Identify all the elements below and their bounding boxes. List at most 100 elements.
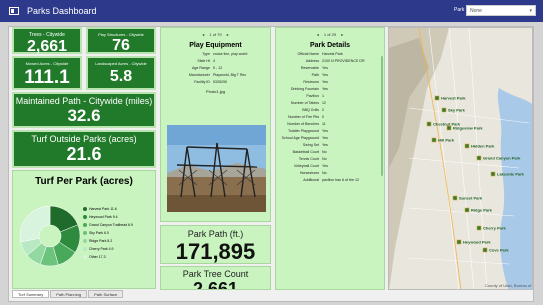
legend-item: Other 17.3 (83, 253, 133, 261)
turf-pie-chart (19, 205, 81, 267)
equipment-pager-text: 1 of 79 (209, 32, 222, 37)
details-field-key: Number of Benches (287, 122, 319, 126)
details-field-value: No (322, 157, 327, 161)
tab-path-surface[interactable]: Path Surface (88, 290, 124, 298)
turf-per-park-panel: Turf Per Park (acres) Harvest Park 11.6 H… (12, 170, 156, 289)
details-field: BBQ Grills 2 (276, 108, 384, 113)
details-list: Official Name Harvest Park Address 2100 N P… (276, 52, 384, 183)
details-field-value: pavilion has 6 of the 12 (322, 178, 359, 182)
next-arrow-icon[interactable]: ▸ (227, 32, 229, 37)
details-field-value: Yes (322, 136, 328, 140)
park-filter-select[interactable]: None ▾ (466, 5, 536, 16)
park-marker[interactable]: Ridge Park (464, 208, 493, 213)
equipment-field: Type cruise line, play world (202, 52, 248, 56)
equipment-field: Age Range 5 - 12 (192, 66, 223, 70)
top-bar: Parks Dashboard Park None ▾ (0, 0, 543, 22)
maintained-path-tile: Maintained Path - Citywide (miles) 32.6 (12, 92, 156, 128)
park-marker[interactable]: Cove Park (482, 248, 509, 253)
park-marker[interactable]: Hill Park (431, 138, 455, 143)
details-title: Park Details (309, 42, 351, 49)
tab-turf-summary[interactable]: Turf Summary (12, 290, 50, 298)
next-arrow-icon[interactable]: ▸ (341, 32, 343, 37)
details-field: Official Name Harvest Park (276, 52, 384, 57)
prev-arrow-icon[interactable]: ◂ (317, 32, 319, 37)
stat-label: Park Tree Count (182, 269, 249, 279)
map-attribution: County of Utah, Bureau of (485, 283, 532, 288)
equipment-pager: ◂ 1 of 79 ▸ (161, 32, 270, 37)
park-marker[interactable]: Grand Canyon Park (476, 156, 521, 161)
legend-item: Heywood Park 9.4 (83, 213, 133, 221)
park-marker-label: Sky Park (448, 108, 466, 113)
details-field-value: 1 (322, 94, 324, 98)
details-field: Basketball Court No (276, 150, 384, 155)
park-marker-label: Hidden Park (471, 144, 495, 149)
legend-swatch (83, 223, 87, 227)
park-marker-label: Ridge Park (471, 208, 493, 213)
details-field-key: Path (311, 73, 319, 77)
park-marker[interactable]: Lakeside Park (490, 172, 525, 177)
park-marker[interactable]: Sky Park (441, 108, 466, 113)
park-marker-label: Cherry Park (483, 226, 506, 231)
details-field-key: Tennis Court (298, 157, 319, 161)
park-marker[interactable]: Ridgeview Park (446, 126, 483, 131)
legend-label: Heywood Park 9.4 (89, 215, 118, 219)
parks-map[interactable]: Harvest Park Sky Park Chestnut Park Ridgevi… (388, 27, 533, 290)
details-field-key: School Age Playground (281, 136, 319, 140)
pie-chart-title: Turf Per Park (acres) (35, 176, 133, 187)
details-field-value: Yes (322, 129, 328, 133)
map-canvas: Harvest ParkSky ParkChestnut ParkRidgevi… (389, 28, 532, 289)
legend-swatch (83, 247, 87, 251)
details-scrollbar[interactable] (381, 56, 383, 176)
details-field-value: Harvest Park (322, 52, 343, 56)
details-field-value: Yes (322, 80, 328, 84)
details-field: Drinking Fountain Yes (276, 87, 384, 92)
details-field-value: Yes (322, 143, 328, 147)
legend-label: Sky Park 6.0 (89, 231, 109, 235)
details-field-key: Reservable (300, 66, 319, 70)
tile-label: Play Structures - Citywide (98, 32, 144, 37)
legend-label: Grand Canyon Trailhead 6.9 (89, 223, 133, 227)
details-field: Number of Fire Pits 0 (276, 115, 384, 120)
details-field: Reservable Yes (276, 66, 384, 71)
tile-value: 32.6 (67, 106, 101, 125)
pie-slice[interactable] (19, 205, 51, 243)
details-field-value: No (322, 150, 327, 154)
landscaped-acres-tile: Landscaped Acres - Citywide 5.8 (86, 56, 156, 90)
legend-item: Sky Park 6.0 (83, 229, 133, 237)
details-field: Number of Benches 11 (276, 122, 384, 127)
details-field-key: Restroom (303, 80, 319, 84)
legend-item: Grand Canyon Trailhead 6.9 (83, 221, 133, 229)
details-field-key: BBQ Grills (302, 108, 319, 112)
playground-photo-image (167, 125, 266, 212)
equipment-field: Slide Ht 4 (197, 59, 215, 63)
equipment-field: Facility ID 5335290 (194, 80, 227, 84)
details-field: Swing Set Yes (276, 143, 384, 148)
prev-arrow-icon[interactable]: ◂ (202, 32, 204, 37)
stat-value: 171,895 (175, 239, 256, 264)
details-field: Volleyball Court Yes (276, 164, 384, 169)
details-field: Tennis Court No (276, 157, 384, 162)
stat-value: 2,661 (192, 279, 239, 290)
park-marker-label: Heywood Park (463, 240, 491, 245)
park-path-stat: Park Path (ft.) 171,895 (160, 225, 271, 264)
details-field-key: Swing Set (302, 143, 319, 147)
legend-item: Harvest Park 11.6 (83, 205, 133, 213)
details-field-key: Horseshoes (299, 171, 319, 175)
playground-photo[interactable] (167, 125, 266, 212)
park-marker-label: Grand Canyon Park (483, 156, 521, 161)
legend-label: Cherry Park 4.9 (89, 247, 114, 251)
legend-swatch (83, 207, 87, 211)
details-field-value: 12 (322, 101, 326, 105)
details-field-value: 11 (322, 122, 326, 126)
details-field-key: Official Name (297, 52, 319, 56)
mowed-acres-tile: Mowed Acres - Citywide 111.1 (12, 56, 82, 90)
play-equipment-panel: ◂ 1 of 79 ▸ Play Equipment Type cruise li… (160, 27, 271, 222)
details-field: School Age Playground Yes (276, 136, 384, 141)
details-field: Additional pavilion has 6 of the 12 (276, 178, 384, 183)
details-field-value: Yes (322, 66, 328, 70)
tab-path-planning[interactable]: Path Planning (50, 290, 88, 298)
details-field-key: Number of Fire Pits (288, 115, 319, 119)
tile-label: Landscaped Acres - Citywide (95, 61, 147, 66)
park-marker[interactable]: Heywood Park (456, 240, 491, 245)
park-marker-label: Lakeside Park (497, 172, 525, 177)
